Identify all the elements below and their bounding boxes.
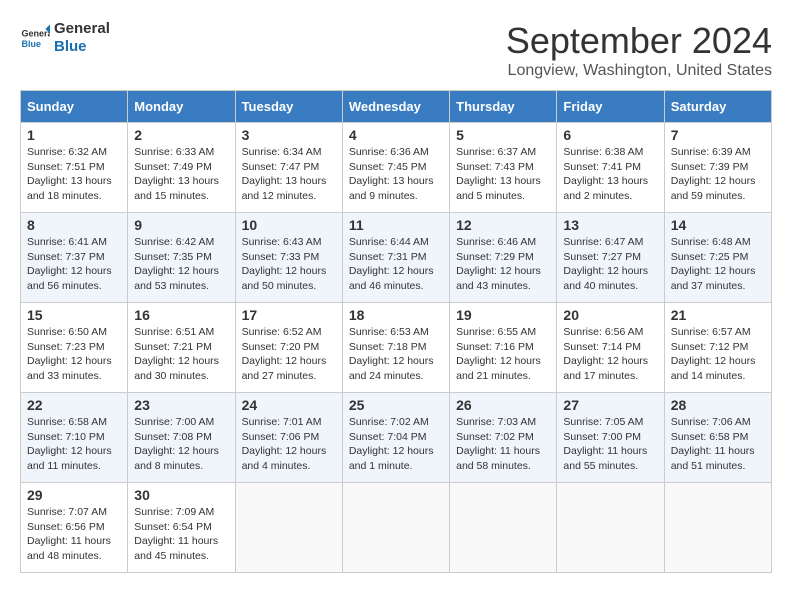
calendar-cell: 25 Sunrise: 7:02 AMSunset: 7:04 PMDaylig… xyxy=(342,393,449,483)
col-tuesday: Tuesday xyxy=(235,91,342,123)
calendar-cell: 14 Sunrise: 6:48 AMSunset: 7:25 PMDaylig… xyxy=(664,213,771,303)
calendar-cell xyxy=(557,483,664,573)
calendar-cell: 5 Sunrise: 6:37 AMSunset: 7:43 PMDayligh… xyxy=(450,123,557,213)
calendar-cell: 23 Sunrise: 7:00 AMSunset: 7:08 PMDaylig… xyxy=(128,393,235,483)
header-row: Sunday Monday Tuesday Wednesday Thursday… xyxy=(21,91,772,123)
calendar-table: Sunday Monday Tuesday Wednesday Thursday… xyxy=(20,90,772,573)
calendar-cell: 2 Sunrise: 6:33 AMSunset: 7:49 PMDayligh… xyxy=(128,123,235,213)
logo: General Blue General Blue xyxy=(20,20,110,56)
calendar-week-1: 1 Sunrise: 6:32 AMSunset: 7:51 PMDayligh… xyxy=(21,123,772,213)
title-section: September 2024 Longview, Washington, Uni… xyxy=(506,20,772,80)
logo-icon: General Blue xyxy=(20,23,50,53)
calendar-cell: 19 Sunrise: 6:55 AMSunset: 7:16 PMDaylig… xyxy=(450,303,557,393)
col-friday: Friday xyxy=(557,91,664,123)
calendar-cell: 29 Sunrise: 7:07 AMSunset: 6:56 PMDaylig… xyxy=(21,483,128,573)
calendar-cell: 24 Sunrise: 7:01 AMSunset: 7:06 PMDaylig… xyxy=(235,393,342,483)
calendar-cell: 10 Sunrise: 6:43 AMSunset: 7:33 PMDaylig… xyxy=(235,213,342,303)
col-monday: Monday xyxy=(128,91,235,123)
calendar-cell: 11 Sunrise: 6:44 AMSunset: 7:31 PMDaylig… xyxy=(342,213,449,303)
calendar-cell: 21 Sunrise: 6:57 AMSunset: 7:12 PMDaylig… xyxy=(664,303,771,393)
calendar-cell xyxy=(342,483,449,573)
location-title: Longview, Washington, United States xyxy=(506,62,772,80)
calendar-cell: 16 Sunrise: 6:51 AMSunset: 7:21 PMDaylig… xyxy=(128,303,235,393)
month-title: September 2024 xyxy=(506,20,772,62)
calendar-cell xyxy=(664,483,771,573)
calendar-cell: 22 Sunrise: 6:58 AMSunset: 7:10 PMDaylig… xyxy=(21,393,128,483)
calendar-cell: 30 Sunrise: 7:09 AMSunset: 6:54 PMDaylig… xyxy=(128,483,235,573)
calendar-cell xyxy=(235,483,342,573)
col-wednesday: Wednesday xyxy=(342,91,449,123)
logo-name: General Blue xyxy=(54,20,110,56)
calendar-cell: 9 Sunrise: 6:42 AMSunset: 7:35 PMDayligh… xyxy=(128,213,235,303)
calendar-cell: 12 Sunrise: 6:46 AMSunset: 7:29 PMDaylig… xyxy=(450,213,557,303)
calendar-cell: 4 Sunrise: 6:36 AMSunset: 7:45 PMDayligh… xyxy=(342,123,449,213)
calendar-week-2: 8 Sunrise: 6:41 AMSunset: 7:37 PMDayligh… xyxy=(21,213,772,303)
calendar-cell: 8 Sunrise: 6:41 AMSunset: 7:37 PMDayligh… xyxy=(21,213,128,303)
svg-text:Blue: Blue xyxy=(22,39,42,49)
calendar-cell: 17 Sunrise: 6:52 AMSunset: 7:20 PMDaylig… xyxy=(235,303,342,393)
col-thursday: Thursday xyxy=(450,91,557,123)
calendar-cell: 20 Sunrise: 6:56 AMSunset: 7:14 PMDaylig… xyxy=(557,303,664,393)
calendar-week-5: 29 Sunrise: 7:07 AMSunset: 6:56 PMDaylig… xyxy=(21,483,772,573)
svg-text:General: General xyxy=(22,29,51,39)
calendar-week-4: 22 Sunrise: 6:58 AMSunset: 7:10 PMDaylig… xyxy=(21,393,772,483)
col-sunday: Sunday xyxy=(21,91,128,123)
calendar-cell: 3 Sunrise: 6:34 AMSunset: 7:47 PMDayligh… xyxy=(235,123,342,213)
col-saturday: Saturday xyxy=(664,91,771,123)
calendar-cell: 28 Sunrise: 7:06 AMSunset: 6:58 PMDaylig… xyxy=(664,393,771,483)
calendar-cell xyxy=(450,483,557,573)
calendar-cell: 15 Sunrise: 6:50 AMSunset: 7:23 PMDaylig… xyxy=(21,303,128,393)
calendar-cell: 6 Sunrise: 6:38 AMSunset: 7:41 PMDayligh… xyxy=(557,123,664,213)
calendar-cell: 1 Sunrise: 6:32 AMSunset: 7:51 PMDayligh… xyxy=(21,123,128,213)
calendar-cell: 7 Sunrise: 6:39 AMSunset: 7:39 PMDayligh… xyxy=(664,123,771,213)
calendar-cell: 13 Sunrise: 6:47 AMSunset: 7:27 PMDaylig… xyxy=(557,213,664,303)
calendar-week-3: 15 Sunrise: 6:50 AMSunset: 7:23 PMDaylig… xyxy=(21,303,772,393)
calendar-cell: 26 Sunrise: 7:03 AMSunset: 7:02 PMDaylig… xyxy=(450,393,557,483)
calendar-cell: 27 Sunrise: 7:05 AMSunset: 7:00 PMDaylig… xyxy=(557,393,664,483)
page-header: General Blue General Blue September 2024… xyxy=(20,20,772,80)
calendar-cell: 18 Sunrise: 6:53 AMSunset: 7:18 PMDaylig… xyxy=(342,303,449,393)
